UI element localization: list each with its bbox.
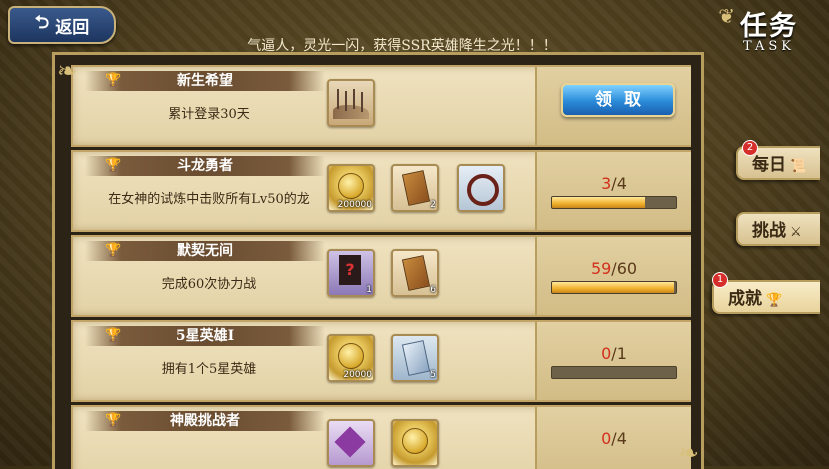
trophy-icon: 🏆: [105, 158, 122, 173]
task-name: 5星英雄I: [175, 328, 235, 344]
progress-bar: [551, 366, 677, 379]
reward-mystery-scroll-icon[interactable]: 1: [327, 249, 375, 297]
tab-label: 每日: [752, 155, 786, 175]
progress-text: 59/60: [590, 259, 638, 278]
task-status-box: 59/60: [535, 237, 691, 315]
task-row: 🏆 默契无间 完成60次协力战 1 6 59/60: [71, 235, 691, 317]
task-description: 在女神的试炼中击败所有Lv50的龙: [108, 192, 310, 207]
progress-bar: [551, 281, 677, 294]
progress-bar: [551, 196, 677, 209]
task-status-box: 0/1: [535, 322, 691, 400]
task-name-plate: 🏆 默契无间: [85, 241, 325, 261]
task-description: 拥有1个5星英雄: [161, 362, 257, 377]
reward-gold-coin-icon[interactable]: 20000: [327, 334, 375, 382]
task-list-panel[interactable]: ❧ ❧ 🏆 新生希望 累计登录30天 领取 🏆 斗龙勇者 在女神的试炼中击败所有…: [52, 52, 704, 469]
task-name-plate: 🏆 斗龙勇者: [85, 156, 325, 176]
trophy-icon: 🏆: [105, 413, 122, 428]
reward-silver-card-icon[interactable]: 5: [391, 334, 439, 382]
task-name-plate: 🏆 新生希望: [85, 71, 325, 91]
reward-gold-coin-icon[interactable]: [391, 419, 439, 467]
task-name-plate: 🏆 5星英雄I: [85, 326, 325, 346]
corner-ornament-icon: ❧: [678, 439, 699, 467]
back-label: 返回: [55, 17, 90, 38]
tab-challenge[interactable]: 挑战 ⚔: [736, 212, 820, 246]
progress-text: 0/4: [601, 429, 627, 448]
notification-badge: 2: [742, 140, 758, 156]
reward-gem-icon[interactable]: [327, 419, 375, 467]
task-description: 完成60次协力战: [161, 277, 257, 292]
progress-text: 3/4: [601, 174, 627, 193]
scroll-icon: 📜: [790, 159, 807, 174]
task-name: 斗龙勇者: [177, 158, 233, 174]
page-title: 任务 TASK: [717, 4, 821, 62]
trophy-icon: 🏆: [766, 293, 783, 308]
trophy-icon: 🏆: [105, 328, 122, 343]
corner-ornament-icon: ❧: [57, 57, 78, 85]
task-row: 🏆 5星英雄I 拥有1个5星英雄 20000 5 0/1: [71, 320, 691, 402]
task-row: 🏆 斗龙勇者 在女神的试炼中击败所有Lv50的龙 200000 2 3/4: [71, 150, 691, 232]
reward-summon-card-icon[interactable]: 6: [391, 249, 439, 297]
tab-label: 成就: [728, 289, 762, 309]
task-name: 新生希望: [177, 73, 233, 89]
reward-gold-coin-icon[interactable]: 200000: [327, 164, 375, 212]
crossed-swords-icon: ⚔: [790, 225, 802, 240]
task-row: 🏆 新生希望 累计登录30天 领取: [71, 65, 691, 147]
return-arrow-icon: ⮌: [34, 12, 50, 33]
task-name-plate: 🏆 神殿挑战者: [85, 411, 325, 431]
reward-landscape-icon[interactable]: [327, 79, 375, 127]
claim-button[interactable]: 领取: [561, 83, 675, 117]
page-title-cn: 任务: [740, 11, 798, 42]
task-name: 默契无间: [177, 243, 233, 259]
trophy-icon: 🏆: [105, 73, 122, 88]
page-title-en: TASK: [743, 39, 795, 54]
tab-label: 挑战: [752, 221, 786, 241]
reward-ring-icon[interactable]: [457, 164, 505, 212]
progress-text: 0/1: [601, 344, 627, 363]
task-description: 累计登录30天: [168, 107, 250, 122]
task-name: 神殿挑战者: [170, 413, 240, 429]
reward-summon-card-icon[interactable]: 2: [391, 164, 439, 212]
notification-badge: 1: [712, 272, 728, 288]
task-status-box: 3/4: [535, 152, 691, 230]
tab-achievement[interactable]: 成就 🏆: [712, 280, 820, 314]
task-status-box: 领取: [535, 67, 691, 145]
back-button[interactable]: ⮌ 返回: [8, 6, 116, 44]
task-status-box: 0/4: [535, 407, 691, 469]
trophy-icon: 🏆: [105, 243, 122, 258]
task-row: 🏆 神殿挑战者 0/4: [71, 405, 691, 469]
